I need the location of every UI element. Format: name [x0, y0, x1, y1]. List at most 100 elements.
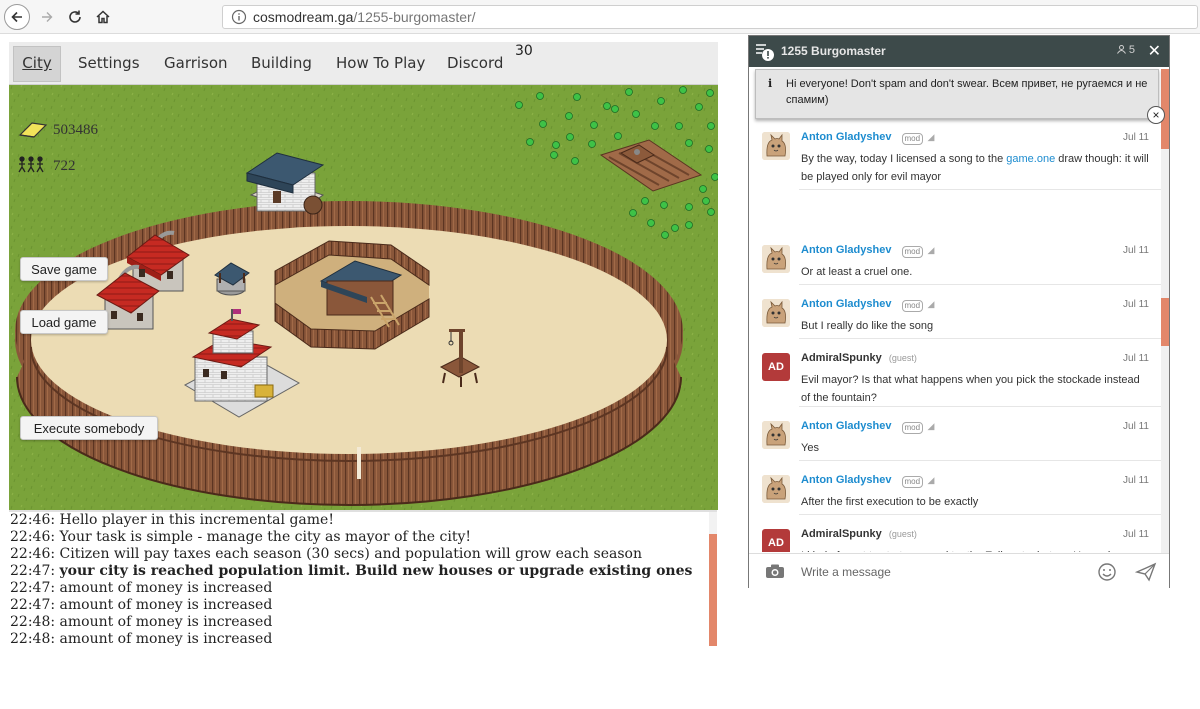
telegram-icon: ◢ — [927, 245, 935, 255]
message-text-part: Evil mayor? Is that what happens when yo… — [801, 374, 1140, 404]
camera-icon[interactable] — [765, 563, 785, 579]
message-date: Jul 11 — [1123, 132, 1149, 143]
mod-badge: mod — [901, 246, 924, 258]
log-time: 22:48: — [10, 631, 60, 646]
avatar[interactable]: AD — [762, 353, 790, 381]
avatar[interactable] — [762, 245, 790, 273]
home-button[interactable] — [90, 4, 116, 30]
game-menu: City Settings Garrison Building How To P… — [9, 42, 718, 85]
chat-header: 1255 Burgomaster 5 ✕ — [749, 36, 1169, 67]
message-text: But I really do like the song — [801, 317, 1151, 335]
announcement-close-icon[interactable]: × — [1147, 106, 1165, 124]
money-icon — [18, 122, 48, 138]
announcement-text: Hi everyone! Don't spam and don't swear.… — [786, 78, 1148, 106]
execute-somebody-button[interactable]: Execute somebody — [20, 416, 158, 440]
reload-icon — [69, 10, 81, 23]
log-time: 22:46: — [10, 529, 60, 545]
mod-badge: mod — [901, 300, 924, 312]
message-divider — [799, 514, 1161, 515]
mod-badge: mod — [901, 476, 924, 488]
address-bar[interactable]: cosmodream.ga/1255-burgomaster/ — [222, 5, 1198, 29]
chat-close-icon[interactable]: ✕ — [1148, 41, 1161, 61]
message-date: Jul 11 — [1123, 299, 1149, 310]
guest-label: (guest) — [888, 529, 917, 539]
chat-message: Anton Gladyshev mod ◢ Jul 11 By the way, tod… — [749, 120, 1161, 190]
menu-city[interactable]: City — [13, 46, 61, 82]
city-scene — [9, 85, 718, 510]
chat-message: Anton Gladyshev mod ◢ Jul 11 Yes — [749, 409, 1161, 461]
message-divider — [799, 284, 1161, 285]
message-text: Yes — [801, 439, 1151, 457]
city-gate[interactable] — [357, 447, 361, 479]
population-value: 722 — [53, 158, 76, 174]
forward-button[interactable] — [34, 4, 60, 30]
log-text: your city is reached population limit. B… — [59, 563, 693, 579]
log-line: 22:47: your city is reached population l… — [9, 563, 717, 580]
log-line: 22:47: amount of money is increased — [9, 580, 717, 597]
menu-settings[interactable]: Settings — [78, 54, 140, 72]
message-author[interactable]: Anton Gladyshev — [801, 474, 891, 486]
message-text-part: But I really do like the song — [801, 320, 934, 332]
info-icon[interactable] — [231, 9, 247, 25]
back-button[interactable] — [4, 4, 30, 30]
log-text: Citizen will pay taxes each season (30 s… — [59, 546, 642, 562]
emoji-icon[interactable] — [1097, 562, 1117, 582]
chat-announcement: i Hi everyone! Don't spam and don't swea… — [755, 69, 1159, 119]
message-input[interactable] — [801, 562, 1081, 582]
event-log: 22:46: Hello player in this incremental … — [9, 510, 717, 646]
log-line: 22:47: amount of money is increased — [9, 597, 717, 614]
user-icon — [1116, 45, 1126, 54]
chat-input-bar — [749, 553, 1169, 588]
load-game-button[interactable]: Load game — [20, 310, 108, 334]
message-author[interactable]: AdmiralSpunky — [801, 528, 882, 540]
chat-scrollbar-thumb[interactable] — [1161, 298, 1169, 346]
message-author[interactable]: Anton Gladyshev — [801, 244, 891, 256]
log-time: 22:46: — [10, 512, 60, 528]
log-time: 22:46: — [10, 546, 60, 562]
save-game-button[interactable]: Save game — [20, 257, 108, 281]
chat-message: AD AdmiralSpunky (guest) Jul 11 Evil mayor? … — [749, 341, 1161, 407]
message-author[interactable]: AdmiralSpunky — [801, 352, 882, 364]
avatar[interactable] — [762, 475, 790, 503]
telegram-icon: ◢ — [927, 421, 935, 431]
url-text[interactable]: cosmodream.ga/1255-burgomaster/ — [253, 9, 476, 25]
menu-discord[interactable]: Discord — [447, 54, 503, 72]
log-text: Your task is simple - manage the city as… — [59, 529, 471, 545]
mod-badge: mod — [901, 133, 924, 145]
chat-menu-icon[interactable] — [755, 42, 775, 62]
log-time: 22:47: — [10, 580, 60, 596]
message-divider — [799, 406, 1161, 407]
mod-badge: mod — [901, 422, 924, 434]
log-line: 22:48: amount of money is increased — [9, 614, 717, 631]
message-list: Anton Gladyshev mod ◢ Jul 11 By the way, tod… — [749, 120, 1161, 552]
chat-message: Anton Gladyshev mod ◢ Jul 11 Or at least a c… — [749, 233, 1161, 285]
chat-title: 1255 Burgomaster — [781, 44, 886, 58]
message-author[interactable]: Anton Gladyshev — [801, 298, 891, 310]
arrow-left-icon — [11, 11, 22, 23]
avatar[interactable] — [762, 299, 790, 327]
chat-user-count-value: 5 — [1128, 44, 1135, 56]
log-scrollbar-thumb[interactable] — [709, 534, 717, 646]
message-text: By the way, today I licensed a song to t… — [801, 150, 1151, 186]
message-author[interactable]: Anton Gladyshev — [801, 420, 891, 432]
avatar[interactable] — [762, 132, 790, 160]
send-icon[interactable] — [1135, 562, 1157, 582]
menu-garrison[interactable]: Garrison — [164, 54, 228, 72]
reload-button[interactable] — [62, 4, 88, 30]
message-date: Jul 11 — [1123, 353, 1149, 364]
info-icon: i — [768, 77, 773, 90]
menu-how-to-play[interactable]: How To Play — [336, 54, 425, 72]
menu-building[interactable]: Building — [251, 54, 312, 72]
avatar[interactable]: AD — [762, 529, 790, 552]
message-divider — [799, 338, 1161, 339]
log-line: 22:46: Your task is simple - manage the … — [9, 529, 717, 546]
log-line: 22:46: Hello player in this incremental … — [9, 512, 717, 529]
chat-message: Anton Gladyshev mod ◢ Jul 11 But I really do… — [749, 287, 1161, 339]
message-link[interactable]: game.one — [1006, 153, 1055, 165]
message-text: Or at least a cruel one. — [801, 263, 1151, 281]
city-map[interactable]: 503486 722 Save game Load game Execute s… — [9, 85, 718, 510]
message-date: Jul 11 — [1123, 421, 1149, 432]
avatar[interactable] — [762, 421, 790, 449]
telegram-icon: ◢ — [927, 475, 935, 485]
message-author[interactable]: Anton Gladyshev — [801, 131, 891, 143]
